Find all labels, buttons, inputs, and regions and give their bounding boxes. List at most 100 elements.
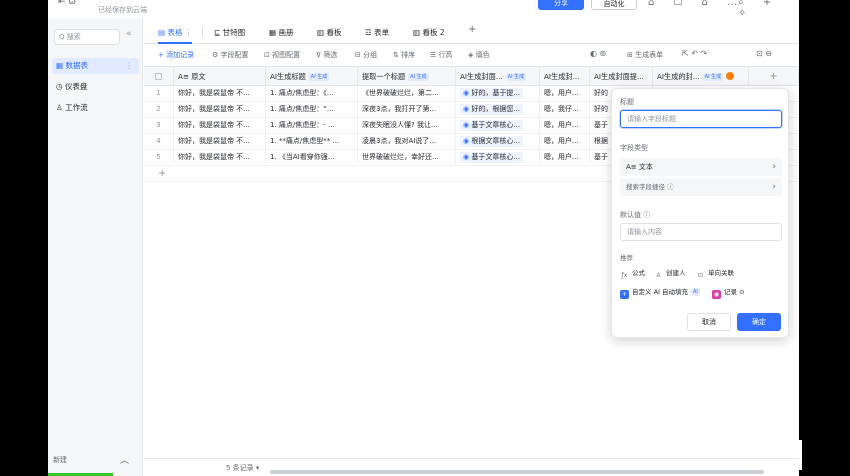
default-value-input[interactable]: 请输入内容 (620, 223, 782, 241)
add-view-button[interactable]: + (468, 24, 476, 35)
automation-button[interactable]: 自动化 (591, 0, 637, 10)
sidebar-footer: 新建 ︿ (48, 455, 143, 476)
new-button[interactable]: 新建 (53, 455, 67, 465)
record-count[interactable]: 5 条记录 ▾ (226, 463, 259, 473)
undo-redo-icons[interactable]: ⇱ ↶ ↷ (682, 49, 707, 58)
cancel-button[interactable]: 取消 (687, 313, 731, 331)
ai-badge: AI 生成 (308, 73, 330, 81)
tab-form[interactable]: ☲ 表单 (365, 27, 389, 38)
add-column-button[interactable]: + (749, 67, 799, 86)
rec-creator[interactable]: ♙ 创建人 (654, 267, 686, 280)
table-cell[interactable]: 1. **痛点/焦虑型** ... (266, 134, 358, 149)
table-cell[interactable]: 凌晨3点，我对AI说了... (358, 134, 456, 149)
group-button[interactable]: ⊟ 分组 (355, 50, 377, 60)
rec-one-way-link[interactable]: ⊡ 单向关联 (696, 267, 734, 280)
table-cell[interactable]: 你好，我是袋鼠帝 不... (174, 102, 266, 117)
filter-button[interactable]: ⊽ 筛选 (316, 50, 337, 60)
generate-form-button[interactable]: ⊞ 生成表单 (627, 50, 663, 60)
add-record-button[interactable]: + 添加记录 (158, 50, 194, 60)
column-header[interactable]: A≡ 原文 (174, 67, 266, 86)
table-cell[interactable]: 嗯，用户... (540, 86, 590, 101)
sidebar-item-workflow[interactable]: ♙ 工作流 (52, 100, 139, 116)
share-button[interactable]: 分享 (538, 0, 584, 10)
fill-color-button[interactable]: ◈ 填色 (468, 50, 490, 60)
column-header[interactable]: AI生成封面... AI 生成 (456, 67, 540, 86)
table-cell[interactable]: ◉ 好的，根据您... (456, 102, 540, 117)
select-all-checkbox[interactable] (144, 67, 174, 86)
table-cell[interactable]: 你好，我是袋鼠帝 不... (174, 134, 266, 149)
column-header[interactable]: AI生成的封... AI 生成 (653, 67, 749, 86)
table-cell[interactable]: 深夜3点，我打开了第... (358, 102, 456, 117)
rec-custom-ai-autofill[interactable]: + 自定义 AI 自动填充 AI (620, 286, 700, 299)
table-cell[interactable]: ◉ 基于文章核心... (456, 118, 540, 133)
table-cell[interactable]: 1. 痛点/焦虑型：- ... (266, 118, 358, 133)
link-icon: ⊡ (697, 272, 704, 279)
rec-record[interactable]: ◉ 记录 ⊙ (712, 286, 745, 299)
formula-icon: ƒx (621, 272, 628, 279)
table-cell[interactable]: 你好，我是袋鼠帝 不... (174, 150, 266, 165)
top-action-icons[interactable]: ⌂ ☐ ⌂ … (648, 0, 745, 8)
tab-more-icon[interactable]: ⋮ (185, 28, 193, 37)
field-shortcut-search[interactable]: 搜索字段捷径 ⓘ › (620, 178, 782, 196)
table-cell[interactable]: ◉ 基于文章核心... (456, 150, 540, 165)
person-icon: ♙ (655, 272, 662, 279)
table-cell[interactable]: 嗯，我仔... (540, 102, 590, 117)
recommend-label: 推荐 (620, 254, 633, 262)
sort-button[interactable]: ⇅ 排序 (393, 50, 415, 60)
tab-kanban-2[interactable]: ▥ 看板 2 (413, 27, 445, 38)
table-cell[interactable]: 1. 《当AI看穿你强... (266, 150, 358, 165)
table-cell[interactable]: 你好，我是袋鼠帝 不... (174, 86, 266, 101)
ai-badge: AI 生成 (408, 73, 429, 81)
row-number: 1 (144, 86, 174, 101)
screen-edge (799, 0, 850, 476)
table-cell[interactable]: 深夜失眠没人懂? 我让... (358, 118, 456, 133)
row-height-button[interactable]: ☰ 行高 (430, 50, 453, 60)
column-header[interactable]: AI生成标题 AI 生成 (266, 67, 358, 86)
window-controls[interactable]: ⇤ ω (58, 0, 76, 7)
chevron-up-icon[interactable]: ︿ (120, 453, 129, 466)
sidebar-item-dashboard[interactable]: ◷ 仪表盘 (52, 79, 139, 95)
table-cell[interactable]: 《世界破破烂烂，第二... (358, 86, 456, 101)
row-number: 2 (144, 102, 174, 117)
column-header[interactable]: AI生成封面提... (590, 67, 653, 86)
sidebar-item-datatable[interactable]: ▦ 数据表 ⋮ (52, 58, 139, 74)
tab-gantt[interactable]: ⊑ 甘特图 (214, 27, 245, 38)
toolbar-right-icons[interactable]: ⊡ ⊖ (756, 49, 772, 58)
table-header: A≡ 原文 AI生成标题 AI 生成 提取一个标题 AI 生成 AI生成封面... A… (144, 66, 799, 86)
top-right-icons[interactable]: ⌕ + ✧ (738, 0, 799, 19)
app-window: ⇤ ω 已经保存到云端 分享 自动化 ⌂ ☐ ⌂ … ⌕ + ✧ Q 搜索 « … (48, 0, 799, 476)
table-cell[interactable]: 嗯，用户... (540, 134, 590, 149)
more-icon[interactable]: ⋮ (126, 58, 134, 74)
horizontal-scrollbar[interactable] (270, 470, 764, 474)
table-cell[interactable]: 你好，我是袋鼠帝 不... (174, 118, 266, 133)
confirm-button[interactable]: 确定 (737, 313, 781, 331)
column-header[interactable]: AI生成封... (540, 67, 590, 86)
plus-icon: + (620, 290, 629, 299)
table-cell[interactable]: 1. 痛点/焦虑型：《... (266, 86, 358, 101)
field-config-button[interactable]: ⚙ 字段配置 (212, 50, 249, 60)
table-cell[interactable]: 1. 痛点/焦虑型：“... (266, 102, 358, 117)
table-cell[interactable]: 嗯，用户... (540, 118, 590, 133)
top-bar: ⇤ ω 已经保存到云端 分享 自动化 ⌂ ☐ ⌂ … ⌕ + ✧ (48, 0, 799, 19)
field-title-input[interactable]: 请输入字段标题 (620, 110, 782, 128)
row-number: 3 (144, 118, 174, 133)
default-value-label: 默认值 ⓘ (620, 211, 651, 219)
sidebar-item-label: 数据表 (65, 61, 88, 70)
view-config-button[interactable]: ⊡ 视图配置 (264, 50, 300, 60)
column-header[interactable]: 提取一个标题 AI 生成 (358, 67, 456, 86)
ai-badge: AI 生成 (702, 73, 724, 81)
field-type-select[interactable]: A≡ 文本 › (620, 158, 782, 176)
table-cell[interactable]: 世界破破烂烂，幸好还... (358, 150, 456, 165)
tab-gallery[interactable]: ▦ 画册 (269, 27, 293, 38)
search-input[interactable]: Q 搜索 (54, 29, 120, 45)
collapse-sidebar-icon[interactable]: « (126, 29, 132, 39)
tab-kanban[interactable]: ▥ 看板 (317, 27, 341, 38)
table-cell[interactable]: ◉ 根据文章核心... (456, 134, 540, 149)
table-cell[interactable]: 嗯，用户... (540, 150, 590, 165)
tab-table[interactable]: ▤ 表格 ⋮ (158, 27, 193, 44)
ai-badge: AI 生成 (505, 73, 527, 81)
table-cell[interactable]: ◉ 好的，基于提... (456, 86, 540, 101)
chevron-right-icon: › (772, 162, 776, 172)
toolbar-extra-icons[interactable]: ◐ ⊚ (590, 49, 606, 58)
rec-formula[interactable]: ƒx 公式 (620, 267, 645, 280)
